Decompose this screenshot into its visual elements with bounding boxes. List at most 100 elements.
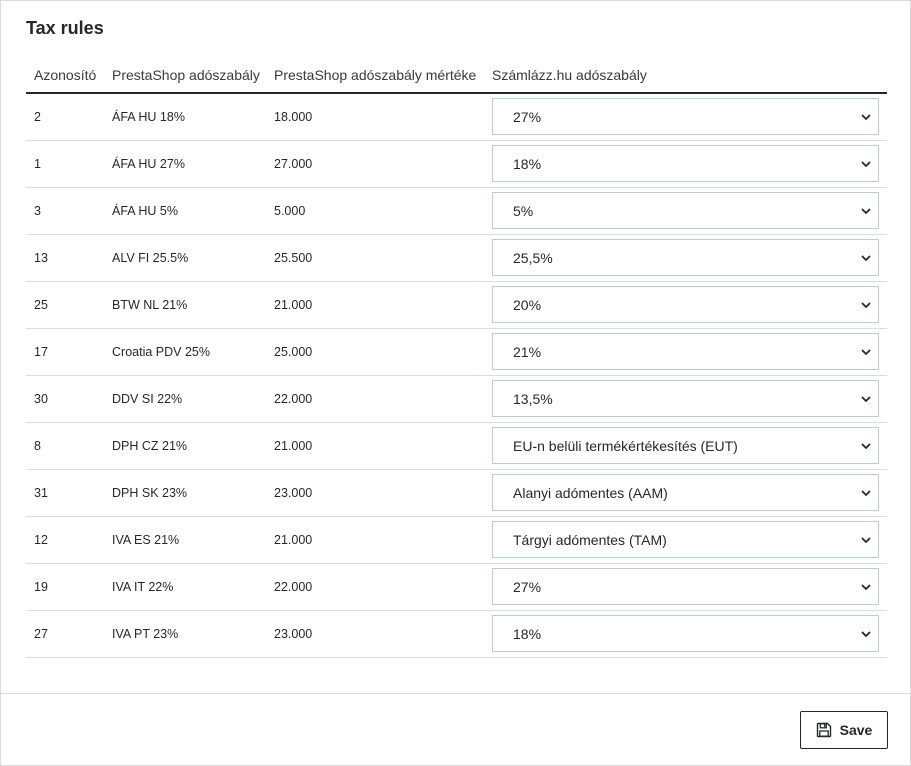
select-value: 20% — [513, 296, 542, 313]
cell-id: 17 — [26, 328, 104, 376]
floppy-disk-icon — [816, 722, 831, 738]
select-value: 13,5% — [513, 390, 553, 407]
cell-prestashop-rate: 25.000 — [266, 328, 484, 376]
table-header-row: Azonosító PrestaShop adószabály PrestaSh… — [26, 57, 887, 94]
chevron-down-icon — [861, 255, 871, 261]
szamlazz-rule-select[interactable]: 5% — [492, 192, 879, 229]
szamlazz-rule-select[interactable]: Alanyi adómentes (AAM) — [492, 474, 879, 511]
cell-szamlazz-rule: 27% — [484, 563, 887, 611]
cell-prestashop-rule: BTW NL 21% — [104, 281, 266, 329]
cell-prestashop-rate: 22.000 — [266, 375, 484, 423]
cell-prestashop-rule: ÁFA HU 5% — [104, 187, 266, 235]
cell-szamlazz-rule: EU-n belüli termékértékesítés (EUT) — [484, 422, 887, 470]
chevron-down-icon — [861, 208, 871, 214]
szamlazz-rule-select[interactable]: 27% — [492, 568, 879, 605]
select-value: 21% — [513, 343, 542, 360]
cell-szamlazz-rule: 25,5% — [484, 234, 887, 282]
table-row: 19 IVA IT 22% 22.000 27% — [26, 563, 887, 611]
table-row: 8 DPH CZ 21% 21.000 EU-n belüli termékérték… — [26, 422, 887, 470]
cell-szamlazz-rule: Alanyi adómentes (AAM) — [484, 469, 887, 517]
footer-divider — [1, 693, 910, 694]
chevron-down-icon — [861, 349, 871, 355]
cell-id: 3 — [26, 187, 104, 235]
chevron-down-icon — [861, 396, 871, 402]
cell-prestashop-rate: 22.000 — [266, 563, 484, 611]
tax-rules-panel: Tax rules Azonosító PrestaShop adószabál… — [0, 0, 911, 766]
cell-prestashop-rule: DPH CZ 21% — [104, 422, 266, 470]
cell-szamlazz-rule: 5% — [484, 187, 887, 235]
table-row: 1 ÁFA HU 27% 27.000 18% — [26, 140, 887, 188]
cell-szamlazz-rule: Tárgyi adómentes (TAM) — [484, 516, 887, 564]
cell-prestashop-rule: ALV FI 25.5% — [104, 234, 266, 282]
cell-id: 27 — [26, 610, 104, 658]
cell-prestashop-rule: ÁFA HU 18% — [104, 93, 266, 141]
cell-prestashop-rate: 18.000 — [266, 93, 484, 141]
cell-id: 2 — [26, 93, 104, 141]
cell-id: 25 — [26, 281, 104, 329]
cell-prestashop-rule: DPH SK 23% — [104, 469, 266, 517]
table-row: 31 DPH SK 23% 23.000 Alanyi adómentes (AAM) — [26, 469, 887, 517]
chevron-down-icon — [861, 490, 871, 496]
cell-id: 30 — [26, 375, 104, 423]
select-value: Tárgyi adómentes (TAM) — [513, 531, 667, 548]
table-row: 30 DDV SI 22% 22.000 13,5% — [26, 375, 887, 423]
cell-szamlazz-rule: 21% — [484, 328, 887, 376]
cell-prestashop-rate: 25.500 — [266, 234, 484, 282]
select-value: 18% — [513, 625, 542, 642]
szamlazz-rule-select[interactable]: 25,5% — [492, 239, 879, 276]
szamlazz-rule-select[interactable]: 21% — [492, 333, 879, 370]
column-header-prestashop-rule: PrestaShop adószabály — [104, 57, 266, 94]
cell-prestashop-rate: 21.000 — [266, 422, 484, 470]
szamlazz-rule-select[interactable]: 13,5% — [492, 380, 879, 417]
cell-prestashop-rule: Croatia PDV 25% — [104, 328, 266, 376]
szamlazz-rule-select[interactable]: 20% — [492, 286, 879, 323]
select-value: Alanyi adómentes (AAM) — [513, 484, 668, 501]
cell-prestashop-rate: 27.000 — [266, 140, 484, 188]
table-row: 3 ÁFA HU 5% 5.000 5% — [26, 187, 887, 235]
select-value: 25,5% — [513, 249, 553, 266]
cell-szamlazz-rule: 18% — [484, 610, 887, 658]
cell-prestashop-rule: IVA PT 23% — [104, 610, 266, 658]
cell-prestashop-rate: 23.000 — [266, 469, 484, 517]
column-header-szamlazz-rule: Számlázz.hu adószabály — [484, 57, 887, 94]
cell-prestashop-rule: IVA IT 22% — [104, 563, 266, 611]
save-button-label: Save — [839, 722, 873, 738]
cell-szamlazz-rule: 27% — [484, 93, 887, 141]
cell-prestashop-rate: 23.000 — [266, 610, 484, 658]
cell-id: 12 — [26, 516, 104, 564]
table-row: 12 IVA ES 21% 21.000 Tárgyi adómentes (TAM) — [26, 516, 887, 564]
column-header-prestashop-rate: PrestaShop adószabály mértéke — [266, 57, 484, 94]
cell-prestashop-rate: 5.000 — [266, 187, 484, 235]
cell-prestashop-rule: ÁFA HU 27% — [104, 140, 266, 188]
szamlazz-rule-select[interactable]: 27% — [492, 98, 879, 136]
cell-prestashop-rule: IVA ES 21% — [104, 516, 266, 564]
table-row: 17 Croatia PDV 25% 25.000 21% — [26, 328, 887, 376]
cell-id: 1 — [26, 140, 104, 188]
tax-rules-table: Azonosító PrestaShop adószabály PrestaSh… — [26, 57, 887, 658]
table-row: 27 IVA PT 23% 23.000 18% — [26, 610, 887, 658]
szamlazz-rule-select[interactable]: Tárgyi adómentes (TAM) — [492, 521, 879, 558]
select-value: 27% — [513, 108, 542, 125]
cell-szamlazz-rule: 13,5% — [484, 375, 887, 423]
szamlazz-rule-select[interactable]: EU-n belüli termékértékesítés (EUT) — [492, 427, 879, 464]
save-button[interactable]: Save — [800, 711, 888, 749]
cell-id: 19 — [26, 563, 104, 611]
select-value: 18% — [513, 155, 542, 172]
chevron-down-icon — [861, 302, 871, 308]
cell-prestashop-rule: DDV SI 22% — [104, 375, 266, 423]
cell-prestashop-rate: 21.000 — [266, 281, 484, 329]
cell-id: 8 — [26, 422, 104, 470]
cell-prestashop-rate: 21.000 — [266, 516, 484, 564]
panel-title: Tax rules — [26, 18, 104, 38]
cell-id: 13 — [26, 234, 104, 282]
chevron-down-icon — [861, 443, 871, 449]
chevron-down-icon — [861, 161, 871, 167]
szamlazz-rule-select[interactable]: 18% — [492, 615, 879, 652]
szamlazz-rule-select[interactable]: 18% — [492, 145, 879, 182]
table-row: 25 BTW NL 21% 21.000 20% — [26, 281, 887, 329]
select-value: 27% — [513, 578, 542, 595]
chevron-down-icon — [861, 537, 871, 543]
column-header-id: Azonosító — [26, 57, 104, 94]
cell-szamlazz-rule: 18% — [484, 140, 887, 188]
chevron-down-icon — [861, 631, 871, 637]
